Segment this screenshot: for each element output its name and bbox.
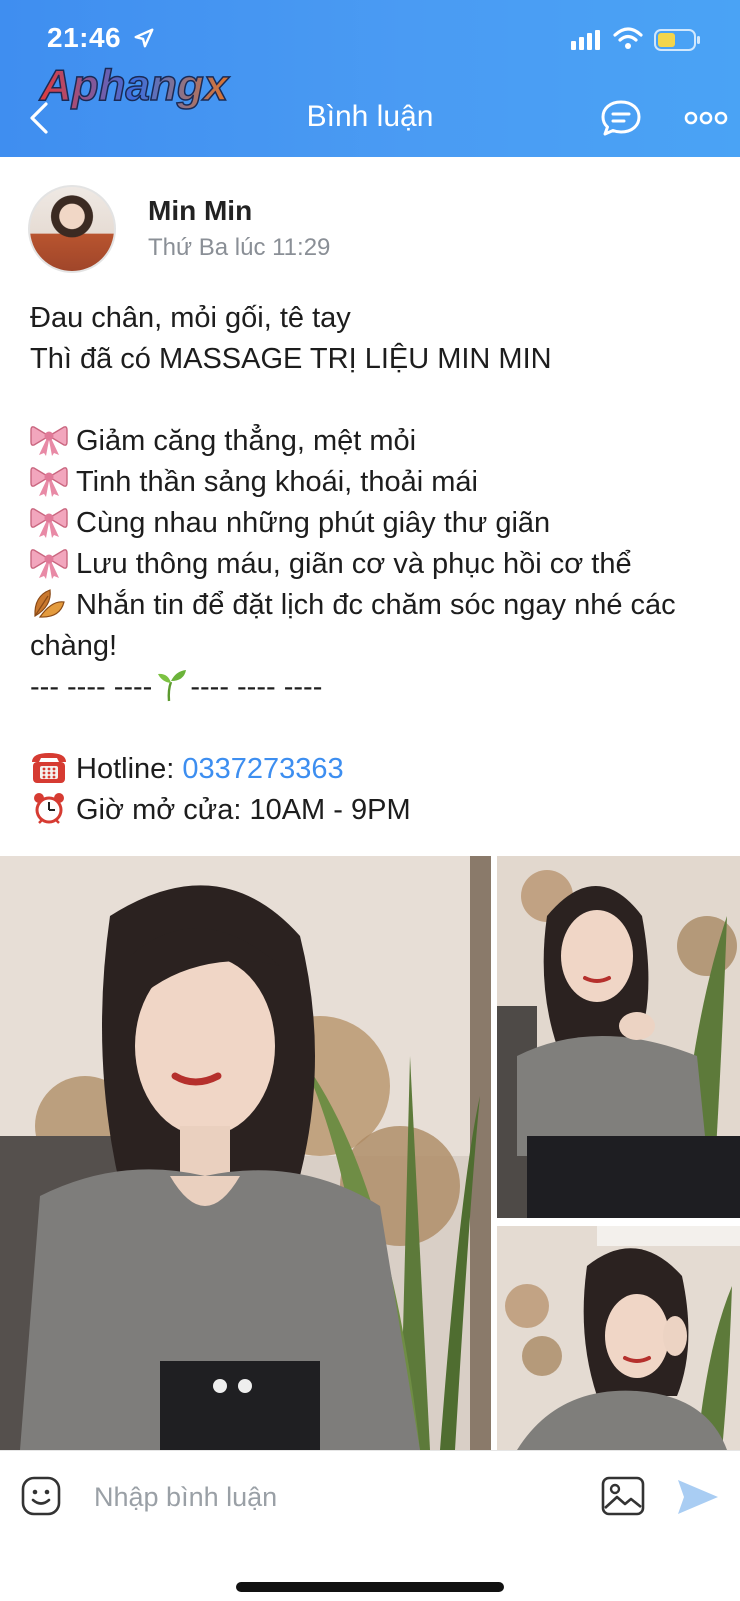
post-line: Thì đã có MASSAGE TRỊ LIỆU MIN MIN [30, 343, 552, 375]
cellular-signal-icon [571, 30, 600, 50]
author-avatar[interactable] [28, 185, 116, 273]
ribbon-icon [30, 467, 68, 497]
photo-grid [0, 856, 740, 1450]
home-indicator[interactable] [236, 1582, 504, 1592]
call-to-action: Nhắn tin để đặt lịch đc chăm sóc ngay nh… [30, 585, 720, 667]
chat-bubble-icon[interactable] [600, 98, 642, 138]
post-timestamp: Thứ Ba lúc 11:29 [148, 234, 331, 261]
post-photo-tertiary[interactable] [497, 1226, 740, 1450]
author-name[interactable]: Min Min [148, 195, 252, 227]
hours-text: Giờ mở cửa: 10AM - 9PM [76, 794, 411, 826]
post-photo-secondary[interactable] [497, 856, 740, 1218]
ribbon-icon [30, 549, 68, 579]
battery-icon [654, 29, 700, 51]
benefit-item: Giảm căng thẳng, mệt mỏi [30, 421, 720, 462]
location-arrow-icon [134, 28, 154, 48]
post-text: Đau chân, mỏi gối, tê tay Thì đã có MASS… [30, 298, 720, 831]
benefit-item: Cùng nhau những phút giây thư giãn [30, 503, 720, 544]
wifi-icon [613, 27, 643, 49]
top-navigation-bar: 21:46 Aphangx Bình luận [0, 0, 740, 157]
send-icon[interactable] [676, 1477, 720, 1517]
hotline-phone-link[interactable]: 0337273363 [182, 753, 343, 785]
fallen-leaf-icon [34, 589, 65, 618]
seedling-icon [158, 670, 187, 702]
cta-text: Nhắn tin để đặt lịch đc chăm sóc ngay nh… [30, 589, 676, 662]
ribbon-icon [30, 508, 68, 538]
comment-composer [0, 1450, 740, 1601]
sticker-emoji-icon[interactable] [20, 1475, 62, 1517]
status-time: 21:46 [47, 22, 122, 53]
benefit-item: Tinh thần sảng khoái, thoải mái [30, 462, 720, 503]
ribbon-icon [30, 426, 68, 456]
image-attach-icon[interactable] [600, 1475, 646, 1517]
divider-left: --- ---- ---- [30, 671, 153, 703]
hotline-label: Hotline: [76, 753, 183, 785]
comment-input[interactable] [92, 1473, 566, 1521]
alarm-clock-icon [34, 793, 64, 824]
hotline-line: Hotline: 0337273363 [30, 749, 720, 790]
divider-right: ---- ---- ---- [190, 671, 323, 703]
text-divider: --- ---- ---- ---- ---- ---- [30, 667, 720, 708]
benefit-text: Tinh thần sảng khoái, thoải mái [76, 466, 478, 498]
post-line: Đau chân, mỏi gối, tê tay [30, 302, 351, 334]
more-options-icon[interactable] [684, 110, 728, 126]
hours-line: Giờ mở cửa: 10AM - 9PM [30, 790, 720, 831]
telephone-icon [32, 753, 66, 783]
benefit-text: Giảm căng thẳng, mệt mỏi [76, 425, 417, 457]
post-photo-main[interactable] [0, 856, 491, 1450]
benefit-text: Lưu thông máu, giãn cơ và phục hồi cơ th… [76, 548, 632, 580]
benefit-text: Cùng nhau những phút giây thư giãn [76, 507, 551, 539]
benefit-item: Lưu thông máu, giãn cơ và phục hồi cơ th… [30, 544, 720, 585]
